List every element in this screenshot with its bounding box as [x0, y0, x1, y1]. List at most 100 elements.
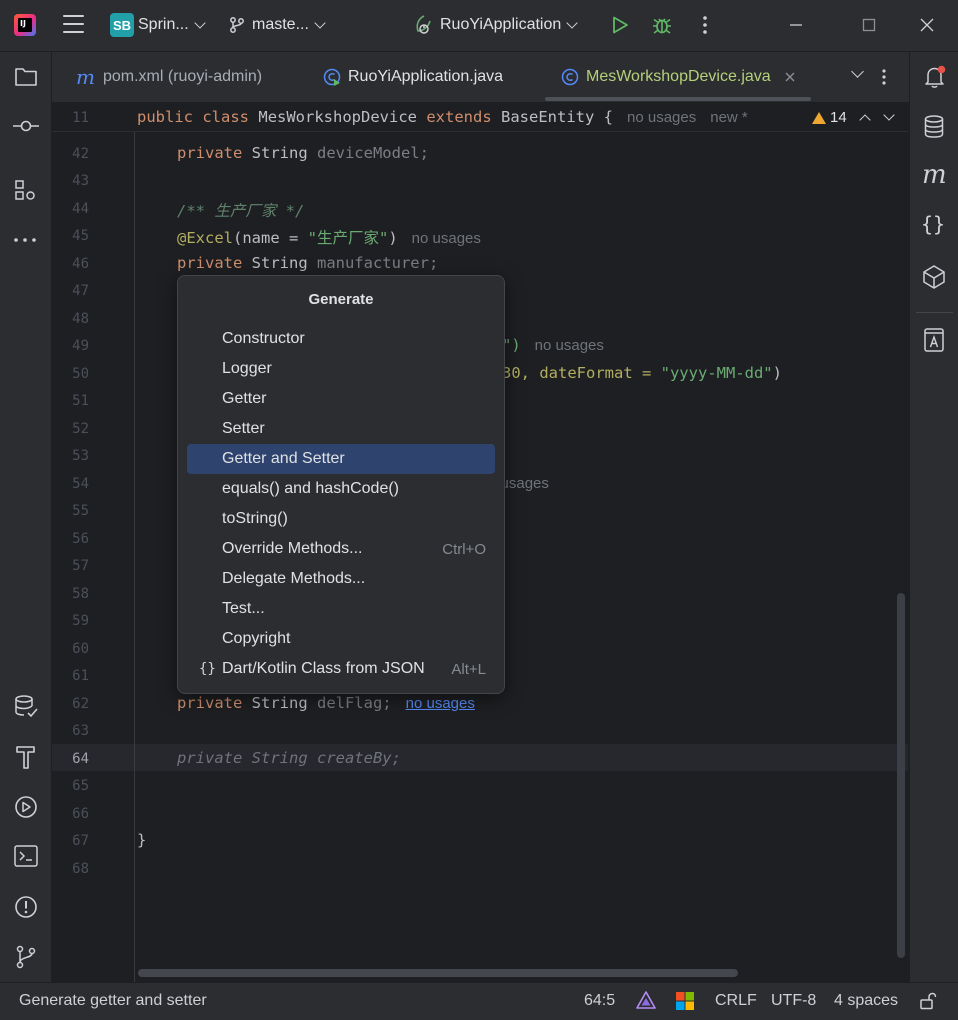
line-number: 47 [72, 283, 89, 299]
database-check-icon[interactable] [13, 694, 39, 720]
generate-dart-kotlin-from-json[interactable]: {} Dart/Kotlin Class from JSON Alt+L [187, 654, 495, 684]
generate-override-methods[interactable]: Override Methods... Ctrl+O [187, 534, 495, 564]
status-bar: Generate getter and setter 64:5 CRLF UTF… [0, 982, 958, 1020]
project-folder-icon[interactable] [14, 66, 38, 88]
code-comment: /** 生产厂家 */ [177, 202, 305, 220]
project-badge: SB [110, 13, 134, 37]
line-separator[interactable]: CRLF [715, 992, 757, 1010]
chevron-down-icon [566, 16, 578, 29]
tab-label: pom.xml (ruoyi-admin) [102, 68, 263, 85]
line-number: 42 [72, 146, 89, 162]
next-highlight-icon[interactable] [883, 109, 895, 121]
line-number: 66 [72, 806, 89, 822]
services-run-icon[interactable] [13, 794, 39, 820]
line-number: 65 [72, 778, 89, 794]
warning-count: 14 [830, 109, 847, 126]
tab-label: MesWorkshopDevice.java [586, 68, 771, 85]
main-menu-icon[interactable] [63, 15, 84, 35]
maven-icon[interactable]: m [922, 160, 947, 190]
structure-icon[interactable] [14, 179, 36, 201]
build-hammer-icon[interactable] [14, 744, 38, 770]
caret-position[interactable]: 64:5 [584, 992, 615, 1010]
title-bar: IJ SB Sprin... maste... RuoYiApplication [0, 0, 958, 52]
ai-assistant-icon[interactable] [636, 991, 656, 1011]
close-window-icon[interactable] [919, 17, 935, 33]
code-line-current: private String createBy; [177, 749, 401, 767]
generate-setter[interactable]: Setter [187, 414, 495, 444]
file-encoding[interactable]: UTF-8 [771, 992, 816, 1010]
problems-icon[interactable] [13, 894, 39, 920]
line-number: 67 [72, 833, 89, 849]
database-icon[interactable] [923, 114, 945, 140]
tab-more-icon[interactable] [879, 68, 889, 86]
windows-logo-icon[interactable] [676, 992, 694, 1010]
usages-hint: no usages [534, 337, 604, 354]
java-class-runnable-icon [323, 68, 341, 86]
sticky-class-header[interactable]: 11 public class MesWorkshopDevice extend… [52, 103, 908, 132]
status-message: Generate getter and setter [19, 992, 207, 1009]
warning-icon [812, 111, 826, 124]
java-class-icon [561, 68, 579, 86]
tab-pom-xml[interactable]: m pom.xml (ruoyi-admin) [76, 52, 262, 102]
generate-copyright[interactable]: Copyright [187, 624, 495, 654]
branch-name: maste... [252, 16, 309, 33]
inspection-widget[interactable]: 14 [812, 109, 895, 126]
line-number: 56 [72, 531, 89, 547]
git-icon[interactable] [14, 944, 38, 970]
tab-mes-workshop-device[interactable]: MesWorkshopDevice.java [560, 52, 797, 102]
code-line-fragment: ") no usages [502, 336, 604, 354]
line-number: 45 [72, 228, 89, 244]
generate-tostring[interactable]: toString() [187, 504, 495, 534]
generate-test[interactable]: Test... [187, 594, 495, 624]
usages-link[interactable]: no usages [406, 695, 475, 712]
run-config-selector[interactable]: RuoYiApplication [412, 10, 578, 40]
close-tab-icon[interactable] [783, 70, 797, 84]
toolstrip-divider [916, 312, 953, 313]
generate-equals-hashcode[interactable]: equals() and hashCode() [187, 474, 495, 504]
tab-ruoyi-application[interactable]: RuoYiApplication.java [322, 52, 503, 102]
chevron-down-icon [314, 16, 326, 29]
more-tools-icon[interactable] [13, 234, 37, 246]
active-tab-indicator [545, 97, 811, 101]
closing-brace: } [137, 831, 147, 849]
line-number: 46 [72, 256, 89, 272]
line-number: 60 [72, 641, 89, 657]
debug-icon[interactable] [651, 14, 673, 36]
horizontal-scrollbar[interactable] [138, 969, 738, 977]
terminal-icon[interactable] [13, 844, 39, 868]
vertical-scrollbar[interactable] [897, 593, 905, 958]
generate-getter-and-setter[interactable]: Getter and Setter [187, 444, 495, 474]
line-number: 49 [72, 338, 89, 354]
minimize-icon[interactable] [788, 17, 804, 33]
run-icon[interactable] [610, 15, 630, 35]
line-number: 11 [72, 110, 89, 126]
more-actions-icon[interactable] [700, 15, 710, 35]
intellij-logo-icon: IJ [14, 14, 36, 36]
json-braces-icon[interactable]: {} [921, 212, 945, 236]
line-number: 54 [72, 476, 89, 492]
previous-highlight-icon[interactable] [859, 113, 871, 126]
ai-assistant-book-icon[interactable] [923, 327, 945, 353]
vcs-branch-widget[interactable]: maste... [228, 10, 326, 40]
code-line: @Excel(name = "生产厂家") no usages [177, 229, 481, 247]
commit-icon[interactable] [12, 116, 40, 136]
notifications-bell-icon[interactable] [922, 64, 948, 90]
generate-constructor[interactable]: Constructor [187, 324, 495, 354]
popup-title: Generate [308, 291, 374, 308]
shortcut-hint: Ctrl+O [442, 540, 486, 558]
right-tool-strip: m {} [909, 52, 958, 982]
generate-delegate-methods[interactable]: Delegate Methods... [187, 564, 495, 594]
generate-getter[interactable]: Getter [187, 384, 495, 414]
generate-logger[interactable]: Logger [187, 354, 495, 384]
line-number: 58 [72, 586, 89, 602]
editor-tabs: m pom.xml (ruoyi-admin) RuoYiApplication… [52, 52, 909, 103]
unlock-icon[interactable] [919, 992, 937, 1010]
indent-setting[interactable]: 4 spaces [834, 992, 898, 1010]
line-number: 59 [72, 613, 89, 629]
shortcut-hint: Alt+L [451, 660, 486, 678]
plugin-icon[interactable] [921, 264, 947, 290]
line-number: 43 [72, 173, 89, 189]
maximize-icon[interactable] [861, 17, 877, 33]
project-widget[interactable]: SB Sprin... [110, 10, 206, 40]
tabs-dropdown-icon[interactable] [851, 65, 864, 78]
